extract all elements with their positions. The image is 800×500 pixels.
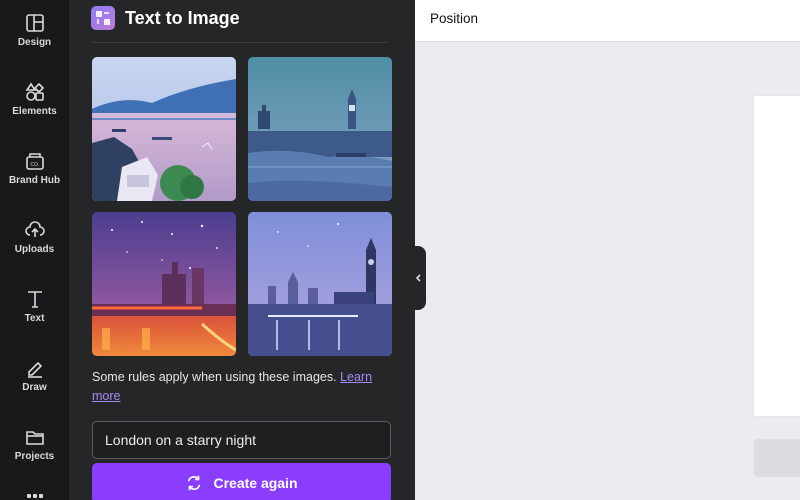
usage-rules-text: Some rules apply when using these images… (92, 368, 382, 406)
svg-text:CO.: CO. (30, 162, 39, 168)
refresh-icon (188, 475, 201, 491)
rail-label-brand-hub: Brand Hub (8, 175, 61, 186)
rail-item-projects[interactable]: Projects (0, 426, 69, 486)
rail-item-brand-hub[interactable]: CO. Brand Hub (0, 150, 69, 210)
rail-item-draw[interactable]: Draw (0, 357, 69, 417)
text-to-image-panel: Text to Image Some rules apply when usin… (69, 0, 415, 500)
left-rail: Design Elements CO. Brand Hub Uploads Te… (0, 0, 69, 500)
rail-item-text[interactable]: Text (0, 288, 69, 348)
text-to-image-app-icon (91, 6, 115, 30)
text-icon (24, 288, 46, 310)
draw-icon (24, 357, 46, 379)
shapes-icon (24, 81, 46, 103)
rail-item-design[interactable]: Design (0, 12, 69, 72)
add-page-bar[interactable] (754, 439, 800, 477)
panel-divider (91, 42, 388, 43)
position-button[interactable]: Position (430, 11, 478, 26)
prompt-input[interactable] (92, 421, 391, 459)
rules-text: Some rules apply when using these images… (92, 370, 337, 384)
chevron-left-icon (415, 274, 421, 282)
create-again-label: Create again (213, 475, 298, 491)
rail-label-design: Design (17, 37, 52, 48)
generated-image-4[interactable] (248, 212, 392, 356)
rail-item-uploads[interactable]: Uploads (0, 219, 69, 279)
generated-image-3[interactable] (92, 212, 236, 356)
layout-icon (24, 12, 46, 34)
collapse-panel-handle[interactable] (412, 246, 426, 310)
brand-hub-icon: CO. (24, 150, 46, 172)
design-canvas-page[interactable] (754, 96, 800, 416)
panel-title: Text to Image (125, 7, 240, 28)
generated-image-2[interactable] (248, 57, 392, 201)
rail-label-projects: Projects (14, 451, 55, 462)
rail-item-elements[interactable]: Elements (0, 81, 69, 141)
rail-label-text: Text (24, 313, 45, 324)
rail-label-elements: Elements (12, 106, 57, 117)
cloud-upload-icon (24, 219, 46, 241)
create-again-button[interactable]: Create again (92, 463, 391, 500)
rail-label-uploads: Uploads (14, 244, 55, 255)
editor-toolbar: Position (415, 0, 800, 42)
more-apps-icon[interactable] (27, 494, 43, 500)
folder-icon (24, 426, 46, 448)
generated-image-1[interactable] (92, 57, 236, 201)
rail-label-draw: Draw (22, 382, 47, 393)
panel-header: Text to Image (91, 4, 240, 32)
